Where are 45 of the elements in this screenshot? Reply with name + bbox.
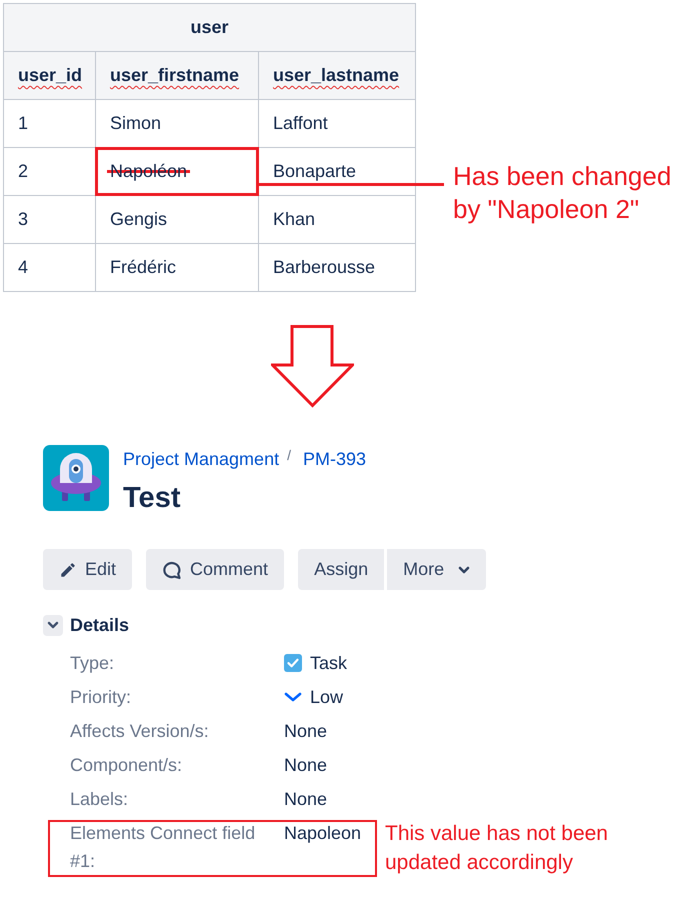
- field-label: Elements Connect field #1:: [70, 822, 256, 873]
- issue-key-link[interactable]: PM-393: [302, 448, 366, 470]
- pencil-icon: [59, 560, 77, 578]
- table-cell: 3: [4, 196, 96, 244]
- field-label: Priority:: [70, 686, 132, 709]
- toolbar-button[interactable]: Edit: [43, 549, 132, 590]
- column-header: user_lastname: [259, 52, 416, 100]
- field-label: Type:: [70, 652, 116, 675]
- field-label: Component/s:: [70, 754, 184, 777]
- more-button[interactable]: More: [387, 549, 486, 590]
- table-cell: Laffont: [259, 100, 416, 148]
- field-value: Napoleon: [284, 822, 362, 845]
- field-value: None: [284, 720, 328, 743]
- breadcrumb-separator: /: [287, 446, 291, 465]
- field-value: Task: [310, 652, 348, 675]
- table-cell: 1: [4, 100, 96, 148]
- field-label: Affects Version/s:: [70, 720, 210, 743]
- project-link[interactable]: Project Managment: [123, 448, 280, 470]
- toolbar-button[interactable]: Comment: [146, 549, 284, 590]
- field-value: None: [284, 754, 328, 777]
- table-cell: 4: [4, 244, 96, 292]
- table-title: user: [4, 4, 416, 52]
- project-avatar-icon: [43, 445, 109, 511]
- details-toggle[interactable]: [43, 614, 63, 636]
- field-label: Labels:: [70, 788, 130, 811]
- field-value: Low: [310, 686, 344, 709]
- issue-title: Test: [123, 481, 182, 516]
- column-header: user_id: [4, 52, 96, 100]
- table-cell: 2: [4, 148, 96, 196]
- table-cell: Simon: [96, 100, 259, 148]
- toolbar-button[interactable]: Assign: [298, 549, 384, 590]
- table-cell: Frédéric: [96, 244, 259, 292]
- task-check-icon: [284, 654, 302, 672]
- speech-bubble-icon: [162, 560, 182, 580]
- table-cell: Khan: [259, 196, 416, 244]
- annotation-text: This value has not been updated accordingly: [385, 821, 609, 876]
- chevron-down-icon: [458, 564, 470, 576]
- table-cell: Gengis: [96, 196, 259, 244]
- column-header: user_firstname: [96, 52, 259, 100]
- table-cell: Barberousse: [259, 244, 416, 292]
- chevron-down-icon: [47, 619, 59, 631]
- field-value: None: [284, 788, 328, 811]
- section-title: Details: [70, 614, 130, 637]
- annotation-text: Has been changed by "Napoleon 2": [453, 160, 672, 226]
- chevron-down-icon: [284, 692, 302, 702]
